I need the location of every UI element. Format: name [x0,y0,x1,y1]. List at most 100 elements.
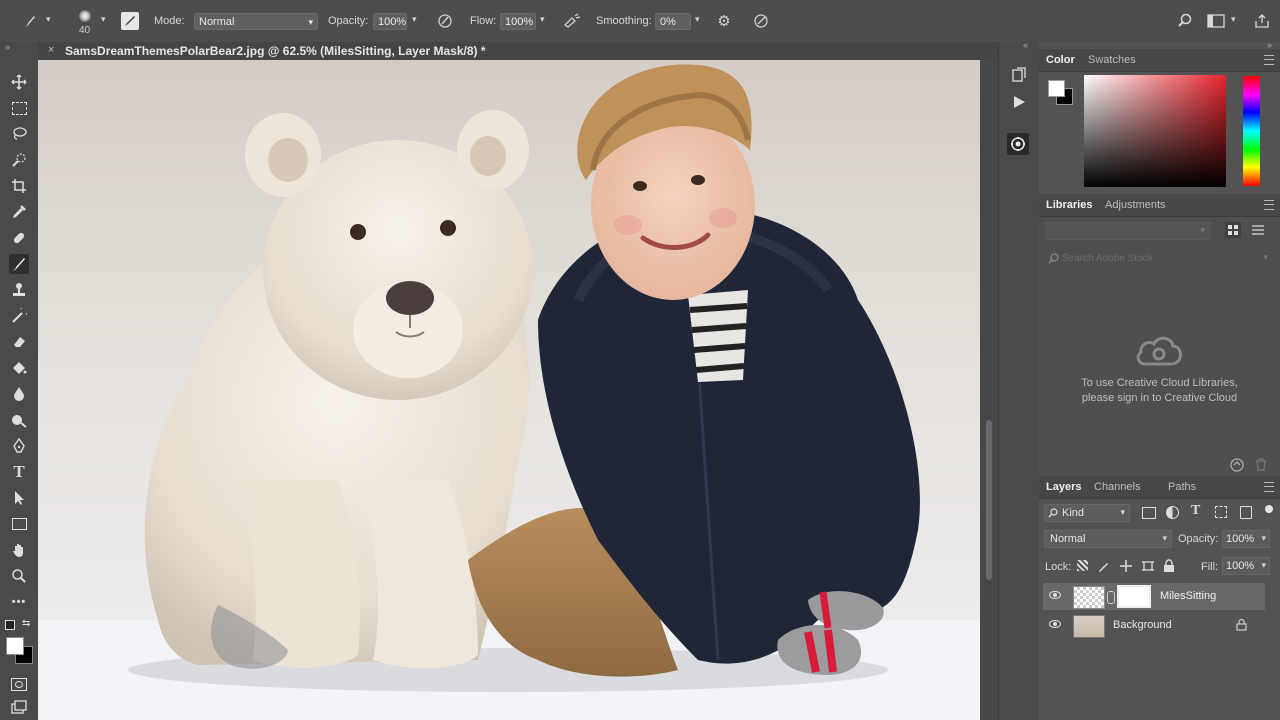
layer-thumbnail [1073,586,1105,609]
blend-mode-select[interactable]: Normal ▾ [1044,530,1172,548]
tab-adjustments[interactable]: Adjustments [1105,199,1166,211]
search-icon [1048,253,1059,264]
brush-settings-icon[interactable] [121,12,139,30]
type-layer-filter-icon[interactable]: T [1191,503,1200,519]
panel-menu-icon[interactable] [1264,200,1274,210]
crop-tool-icon[interactable] [9,176,29,196]
tab-color[interactable]: Color [1046,54,1075,66]
collapse-icon[interactable]: » [5,42,10,52]
dodge-tool-icon[interactable] [9,410,29,430]
link-icon[interactable] [1107,591,1115,604]
layer-row-background[interactable]: Background [1043,612,1265,639]
sync-icon[interactable] [1229,458,1245,472]
eraser-tool-icon[interactable] [9,332,29,352]
stock-search-field[interactable]: Search Adobe Stock ▾ [1046,250,1268,268]
filter-kind-select[interactable]: Kind ▾ [1044,504,1130,522]
lock-position-icon[interactable] [1119,559,1133,573]
hue-slider[interactable] [1243,76,1260,186]
quick-selection-tool-icon[interactable] [9,150,29,170]
blur-tool-icon[interactable] [9,384,29,404]
tab-paths[interactable]: Paths [1168,481,1196,493]
chevron-down-icon[interactable]: ▾ [1231,14,1236,25]
tab-swatches[interactable]: Swatches [1088,54,1136,66]
eye-icon[interactable] [1049,620,1061,628]
chevron-down-icon[interactable]: ▾ [540,14,545,25]
brush-tool-icon[interactable] [9,254,29,274]
chevron-down-icon[interactable]: ▾ [695,14,700,25]
clone-stamp-tool-icon[interactable] [9,280,29,300]
tab-layers[interactable]: Layers [1046,481,1081,493]
play-icon[interactable] [1011,94,1027,110]
close-icon[interactable]: × [48,44,54,56]
grid-view-icon[interactable] [1225,222,1241,238]
signin-message: To use Creative Cloud Libraries, please … [1039,376,1280,406]
library-select[interactable]: ▾ [1046,222,1210,240]
quick-mask-icon[interactable] [9,674,29,694]
scroll-thumb[interactable] [986,420,992,580]
pressure-size-icon[interactable] [752,12,770,30]
document-canvas[interactable] [38,60,980,720]
trash-icon[interactable] [1255,458,1267,471]
airbrush-icon[interactable] [562,12,582,30]
move-tool-icon[interactable] [9,72,29,92]
filter-toggle[interactable] [1265,505,1273,513]
layer-row-milessitting[interactable]: MilesSitting [1043,583,1265,610]
lock-pixels-icon[interactable] [1097,559,1111,573]
adjustment-layer-filter-icon[interactable] [1166,506,1179,519]
foreground-color-swatch[interactable] [6,637,24,655]
brush-tool-preset-icon[interactable] [20,11,40,31]
marquee-tool-icon[interactable] [9,98,29,118]
brush-preview-icon[interactable] [76,8,94,26]
paint-bucket-tool-icon[interactable] [9,358,29,378]
default-colors-icon[interactable] [5,620,15,630]
shape-layer-filter-icon[interactable] [1215,506,1227,518]
document-tab[interactable]: × SamsDreamThemesPolarBear2.jpg @ 62.5% … [38,42,998,61]
tab-libraries[interactable]: Libraries [1046,199,1092,211]
chevron-down-icon[interactable]: ▾ [412,14,417,25]
zoom-tool-icon[interactable] [9,566,29,586]
rectangle-tool-icon[interactable] [9,514,29,534]
lock-transparent-icon[interactable] [1077,560,1088,571]
collapse-icon[interactable]: « [1023,40,1028,50]
list-view-icon[interactable] [1250,222,1266,238]
opacity-input[interactable]: 100% [373,13,407,30]
lock-artboard-icon[interactable] [1141,559,1155,573]
eye-icon[interactable] [1049,591,1061,599]
swap-colors-icon[interactable]: ⇆ [22,618,30,629]
panel-menu-icon[interactable] [1264,55,1274,65]
more-tools-icon[interactable]: ••• [9,592,29,612]
lasso-tool-icon[interactable] [9,124,29,144]
vertical-scrollbar[interactable] [980,60,998,720]
gear-icon[interactable]: ⚙ [715,12,733,30]
tab-channels[interactable]: Channels [1094,481,1140,493]
pen-tool-icon[interactable] [9,436,29,456]
share-icon[interactable] [1252,12,1272,30]
search-icon[interactable] [1176,12,1194,30]
chevron-down-icon[interactable]: ▾ [46,14,51,25]
hand-tool-icon[interactable] [9,540,29,560]
document-title: SamsDreamThemesPolarBear2.jpg @ 62.5% (M… [65,44,486,58]
lock-all-icon[interactable] [1163,559,1175,573]
smoothing-input[interactable]: 0% [655,13,691,30]
foreground-color-swatch[interactable] [1048,80,1065,97]
eyedropper-tool-icon[interactable] [9,202,29,222]
history-brush-tool-icon[interactable] [9,306,29,326]
smart-object-filter-icon[interactable] [1240,506,1252,519]
flow-input[interactable]: 100% [500,13,536,30]
pressure-opacity-icon[interactable] [436,12,454,30]
history-panel-icon[interactable] [1009,66,1029,84]
mode-select[interactable]: Normal ▾ [194,13,318,30]
chevron-down-icon[interactable]: ▾ [101,14,106,25]
fill-input[interactable]: 100% ▾ [1222,557,1270,575]
panel-menu-icon[interactable] [1264,482,1274,492]
healing-brush-tool-icon[interactable] [9,228,29,248]
type-tool-icon[interactable]: T [9,462,29,482]
path-selection-tool-icon[interactable] [9,488,29,508]
workspace-icon[interactable] [1206,12,1226,30]
plugin-panel-icon[interactable] [1007,133,1029,155]
layer-mask-thumbnail[interactable] [1117,585,1151,608]
saturation-brightness-field[interactable] [1084,75,1226,187]
pixel-layer-filter-icon[interactable] [1142,507,1156,519]
screen-mode-icon[interactable] [9,698,29,718]
layer-opacity-input[interactable]: 100% ▾ [1222,530,1270,548]
